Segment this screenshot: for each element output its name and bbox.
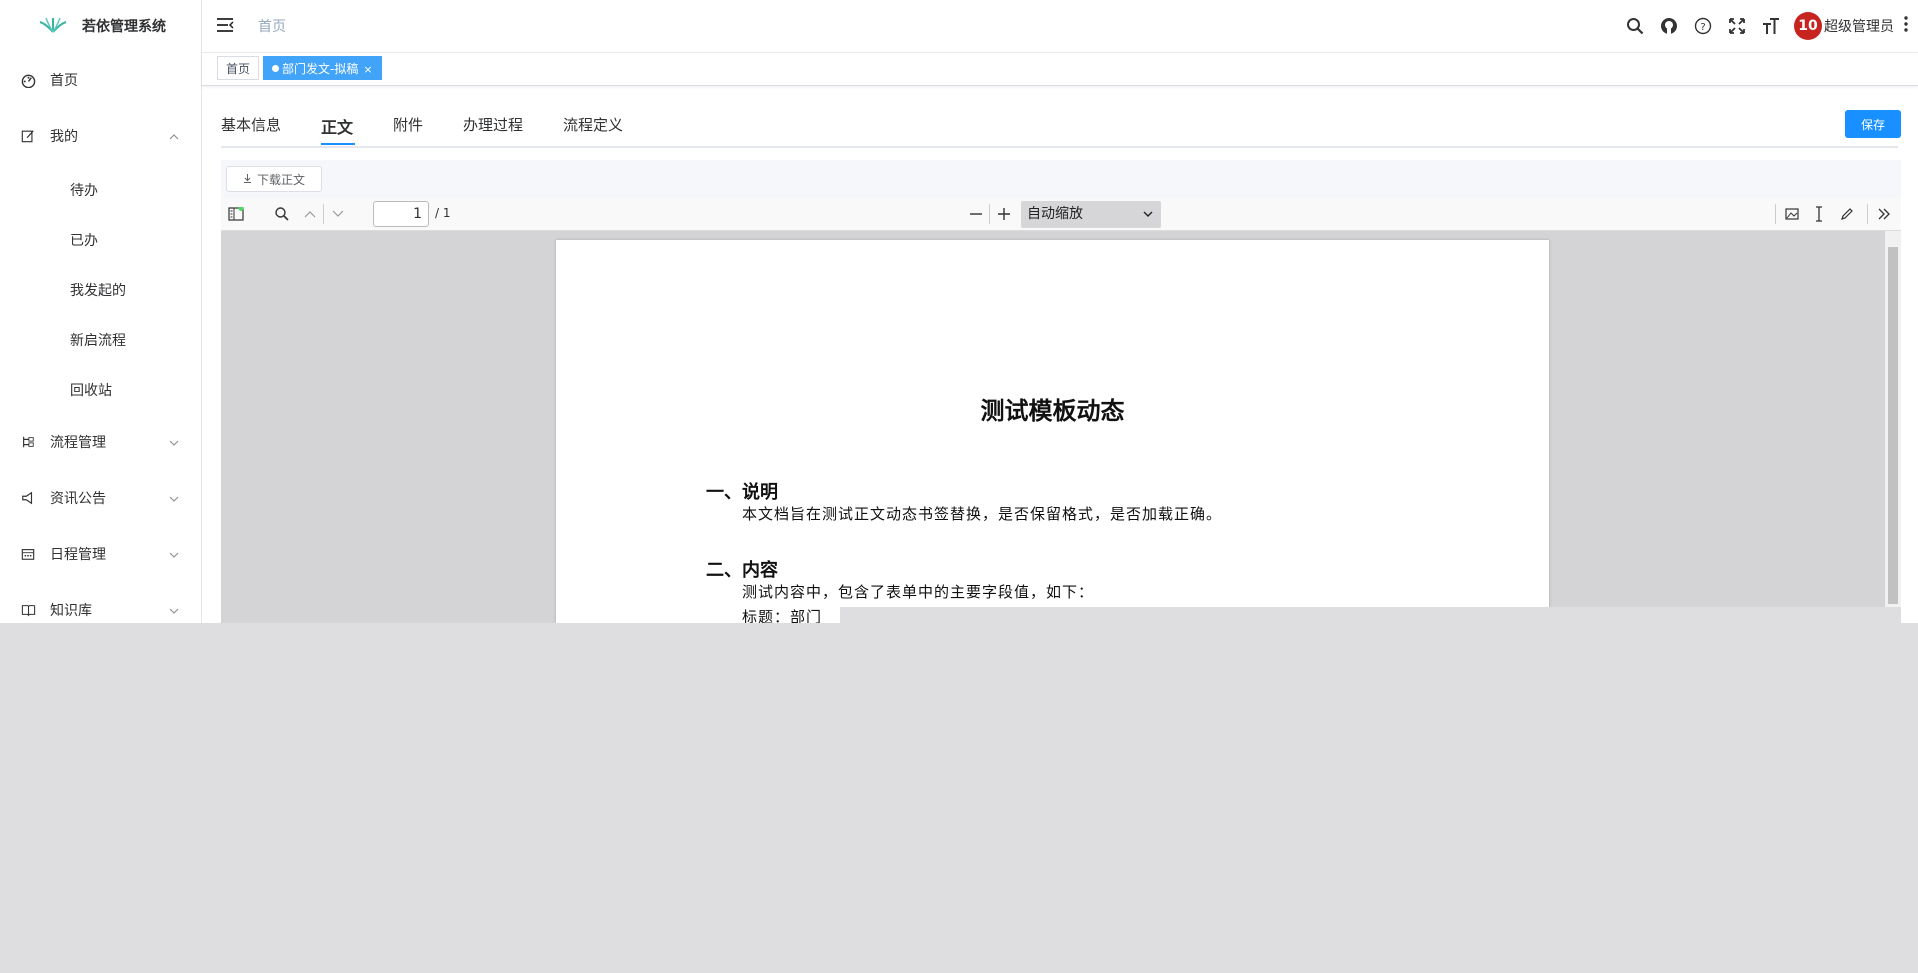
sidebar-toggle-icon[interactable] — [227, 205, 245, 223]
close-icon[interactable]: × — [363, 63, 372, 76]
sidebar-item-process-management[interactable]: 流程管理 — [0, 422, 201, 462]
text-cursor-icon[interactable] — [1810, 205, 1828, 223]
toolbar-separator — [1867, 204, 1868, 224]
tab-body-text[interactable]: 正文 — [321, 114, 353, 144]
github-icon[interactable] — [1658, 15, 1680, 37]
pdf-toolbar: 1 / 1 自动缩放 — [221, 198, 1901, 231]
help-icon[interactable]: ? — [1692, 15, 1714, 37]
next-page-icon[interactable] — [329, 205, 347, 223]
toolbar-separator — [1775, 204, 1776, 224]
tag-dept-draft[interactable]: 部门发文-拟稿 × — [263, 56, 382, 80]
page-number-input[interactable]: 1 — [373, 201, 429, 227]
hamburger-icon[interactable] — [216, 16, 236, 36]
user-name[interactable]: 超级管理员 — [1824, 16, 1894, 36]
image-icon[interactable] — [1783, 205, 1801, 223]
sidebar-item-label: 我的 — [50, 129, 78, 145]
avatar[interactable]: 10 — [1794, 12, 1822, 40]
pdf-scrollbar[interactable] — [1885, 231, 1901, 623]
sidebar-item-label: 知识库 — [50, 603, 92, 619]
tab-process-definition[interactable]: 流程定义 — [563, 114, 623, 144]
logo-icon — [38, 14, 68, 38]
sidebar-item-label: 首页 — [50, 73, 78, 89]
active-dot-icon — [272, 65, 279, 72]
toolbar-separator — [323, 204, 324, 224]
zoom-value: 自动缩放 — [1027, 206, 1083, 222]
section-text: 标题：部门 — [742, 608, 823, 623]
section-text: 本文档旨在测试正文动态书签替换，是否保留格式，是否加载正确。 — [742, 505, 1223, 523]
chevron-down-icon — [169, 436, 179, 452]
sidebar-item-news[interactable]: 资讯公告 — [0, 478, 201, 518]
overlay-region — [840, 607, 1901, 623]
tab-attachments[interactable]: 附件 — [393, 114, 423, 144]
tag-label: 首页 — [226, 62, 251, 76]
search-icon[interactable] — [1624, 15, 1646, 37]
find-icon[interactable] — [273, 205, 291, 223]
toolbar-separator — [989, 204, 990, 224]
document-title: 测试模板动态 — [980, 396, 1125, 425]
chevron-down-icon — [169, 604, 179, 620]
section-text: 测试内容中，包含了表单中的主要字段值，如下： — [742, 583, 1095, 601]
download-icon — [243, 172, 252, 186]
sidebar-item-home[interactable]: 首页 — [0, 60, 201, 100]
svg-text:?: ? — [1700, 22, 1705, 33]
zoom-select[interactable]: 自动缩放 — [1021, 201, 1161, 228]
more-vertical-icon[interactable] — [1904, 16, 1910, 36]
font-size-icon[interactable] — [1760, 15, 1782, 37]
tab-process-history[interactable]: 办理过程 — [463, 114, 523, 144]
page-total: / 1 — [435, 206, 451, 220]
book-icon — [20, 602, 36, 618]
header-tools: ? 10 超级管理员 — [1624, 0, 1918, 52]
tab-basic-info[interactable]: 基本信息 — [221, 114, 281, 144]
calendar-icon — [20, 546, 36, 562]
tree-icon — [20, 434, 36, 450]
pdf-page: 测试模板动态 一、说明 本文档旨在测试正文动态书签替换，是否保留格式，是否加载正… — [556, 240, 1549, 623]
section-heading: 一、说明 — [706, 482, 778, 503]
sidebar-item-label: 资讯公告 — [50, 491, 106, 507]
sidebar-item-schedule[interactable]: 日程管理 — [0, 534, 201, 574]
pencil-icon[interactable] — [1838, 205, 1856, 223]
tags-view: 首页 部门发文-拟稿 × — [202, 53, 1918, 86]
megaphone-icon — [20, 490, 36, 506]
breadcrumb: 首页 — [258, 19, 286, 35]
chevron-down-icon — [169, 492, 179, 508]
app-window: 若依管理系统 首页 我的 待办 已办 我发起的 新启流程 回收站 流程管理 资讯… — [0, 0, 1918, 623]
scrollbar-thumb[interactable] — [1888, 247, 1898, 604]
sidebar-item-label: 流程管理 — [50, 435, 106, 451]
logo[interactable]: 若依管理系统 — [0, 0, 201, 52]
zoom-out-icon[interactable] — [967, 205, 985, 223]
previous-page-icon[interactable] — [301, 205, 319, 223]
edit-icon — [20, 128, 36, 144]
section-heading: 二、内容 — [706, 560, 778, 581]
zoom-in-icon[interactable] — [995, 205, 1013, 223]
sidebar-item-mine[interactable]: 我的 — [0, 116, 201, 156]
download-label: 下载正文 — [256, 172, 305, 187]
content-tabs: 基本信息 正文 附件 办理过程 流程定义 — [221, 106, 1898, 148]
active-tab-indicator — [321, 143, 355, 145]
save-button[interactable]: 保存 — [1845, 110, 1901, 138]
chevron-down-icon — [169, 548, 179, 564]
tag-label: 部门发文-拟稿 — [282, 62, 359, 76]
chevron-down-icon — [1143, 202, 1153, 229]
pdf-viewer-area: 测试模板动态 一、说明 本文档旨在测试正文动态书签替换，是否保留格式，是否加载正… — [221, 231, 1901, 623]
sidebar-item-knowledge[interactable]: 知识库 — [0, 590, 201, 623]
sidebar-item-label: 日程管理 — [50, 547, 106, 563]
app-title: 若依管理系统 — [82, 19, 166, 35]
download-body-button[interactable]: 下载正文 — [226, 166, 322, 192]
tag-home[interactable]: 首页 — [217, 56, 260, 80]
fullscreen-icon[interactable] — [1726, 15, 1748, 37]
double-chevron-right-icon[interactable] — [1875, 205, 1893, 223]
navbar: 首页 ? 10 超级管理员 — [202, 0, 1918, 53]
dashboard-icon — [20, 72, 36, 88]
chevron-up-icon — [169, 130, 179, 146]
sidebar: 若依管理系统 首页 我的 待办 已办 我发起的 新启流程 回收站 流程管理 资讯… — [0, 0, 202, 623]
